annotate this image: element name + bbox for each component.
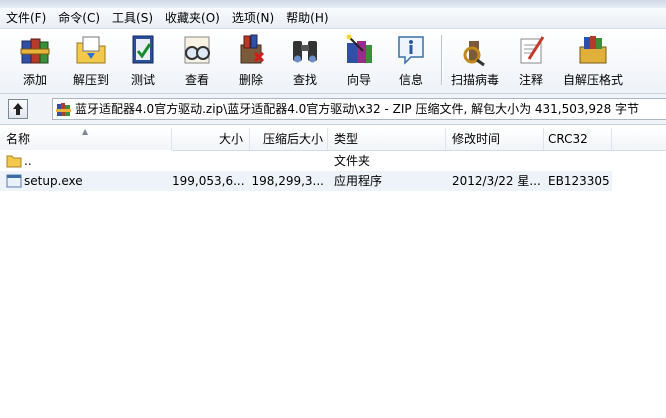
file-name: .. [24,154,32,168]
menu-favorites[interactable]: 收藏夹(O) [159,8,226,28]
glasses-view-icon [184,36,210,64]
file-size [172,151,244,171]
test-label: 测试 [130,73,155,87]
list-item-parent-folder[interactable]: .. 文件夹 [0,151,612,171]
info-label: 信息 [398,73,423,87]
zip-archive-icon [56,103,71,116]
info-icon [398,36,424,65]
arrow-up-icon [13,103,23,115]
file-type: 应用程序 [334,174,383,188]
sort-ascending-icon: ▲ [82,127,89,136]
file-type: 文件夹 [334,154,371,168]
column-crc32[interactable]: CRC32 [544,128,612,150]
virus-scan-icon [463,41,485,67]
info-button[interactable]: 信息 [386,31,436,89]
test-book-icon [132,35,154,64]
column-packed-size[interactable]: 压缩后大小 [250,128,328,150]
delete-books-icon [240,34,265,64]
add-label: 添加 [22,73,47,87]
menu-tools[interactable]: 工具(S) [106,8,159,28]
comment-pen-icon [520,36,545,64]
address-path-text: 蓝牙适配器4.0官方驱动.zip\蓝牙适配器4.0官方驱动\x32 - ZIP … [75,102,640,116]
sfx-button[interactable]: 自解压格式 [563,31,623,89]
books-add-icon [20,38,50,64]
folder-icon [6,155,22,168]
address-bar: 蓝牙适配器4.0官方驱动.zip\蓝牙适配器4.0官方驱动\x32 - ZIP … [0,94,666,125]
address-path-field[interactable]: 蓝牙适配器4.0官方驱动.zip\蓝牙适配器4.0官方驱动\x32 - ZIP … [52,98,666,120]
virus-scan-button[interactable]: 扫描病毒 [450,31,500,89]
toolbar: 添加 解压到 测试 查看 删除 查找 向导 信息 扫描病毒 注释 自解压格式 [0,29,666,94]
winrar-window: 文件(F) 命令(C) 工具(S) 收藏夹(O) 选项(N) 帮助(H) 添加 … [0,0,666,418]
exe-file-icon [6,174,22,188]
find-button[interactable]: 查找 [280,31,330,89]
toolbar-separator [441,35,443,85]
column-modified[interactable]: 修改时间 [446,128,544,150]
file-crc: EB123305 [548,174,610,188]
file-size: 199,053,6... [172,174,244,188]
find-label: 查找 [292,73,317,87]
column-type[interactable]: 类型 [328,128,446,150]
delete-button[interactable]: 删除 [226,31,276,89]
wizard-button[interactable]: 向导 [334,31,384,89]
sfx-box-icon [579,36,607,64]
file-name: setup.exe [24,174,83,188]
up-one-level-button[interactable] [8,99,28,119]
menu-help[interactable]: 帮助(H) [280,8,334,28]
binoculars-find-icon [293,41,317,63]
menu-options[interactable]: 选项(N) [226,8,280,28]
comment-label: 注释 [518,73,543,87]
sfx-label: 自解压格式 [562,73,623,87]
comment-button[interactable]: 注释 [506,31,556,89]
test-button[interactable]: 测试 [118,31,168,89]
menu-file[interactable]: 文件(F) [0,8,52,28]
list-item-setup-exe[interactable]: setup.exe 199,053,6... 198,299,3... 应用程序… [0,171,612,191]
extract-folder-icon [76,36,106,64]
delete-label: 删除 [238,73,263,87]
file-modified: 2012/3/22 星... [452,174,541,188]
add-button[interactable]: 添加 [10,31,60,89]
menu-command[interactable]: 命令(C) [52,8,106,28]
menu-bar: 文件(F) 命令(C) 工具(S) 收藏夹(O) 选项(N) 帮助(H) [0,8,666,29]
column-size[interactable]: 大小 [172,128,250,150]
wizard-wand-icon [346,34,372,63]
file-list-header: 名称 ▲ 大小 压缩后大小 类型 修改时间 CRC32 [0,127,666,151]
extract-to-button[interactable]: 解压到 [66,31,116,89]
title-strip [0,0,666,8]
view-label: 查看 [184,73,209,87]
view-button[interactable]: 查看 [172,31,222,89]
file-packed-size: 198,299,3... [251,174,324,188]
virus-scan-label: 扫描病毒 [450,73,499,87]
file-packed-size [250,151,324,171]
